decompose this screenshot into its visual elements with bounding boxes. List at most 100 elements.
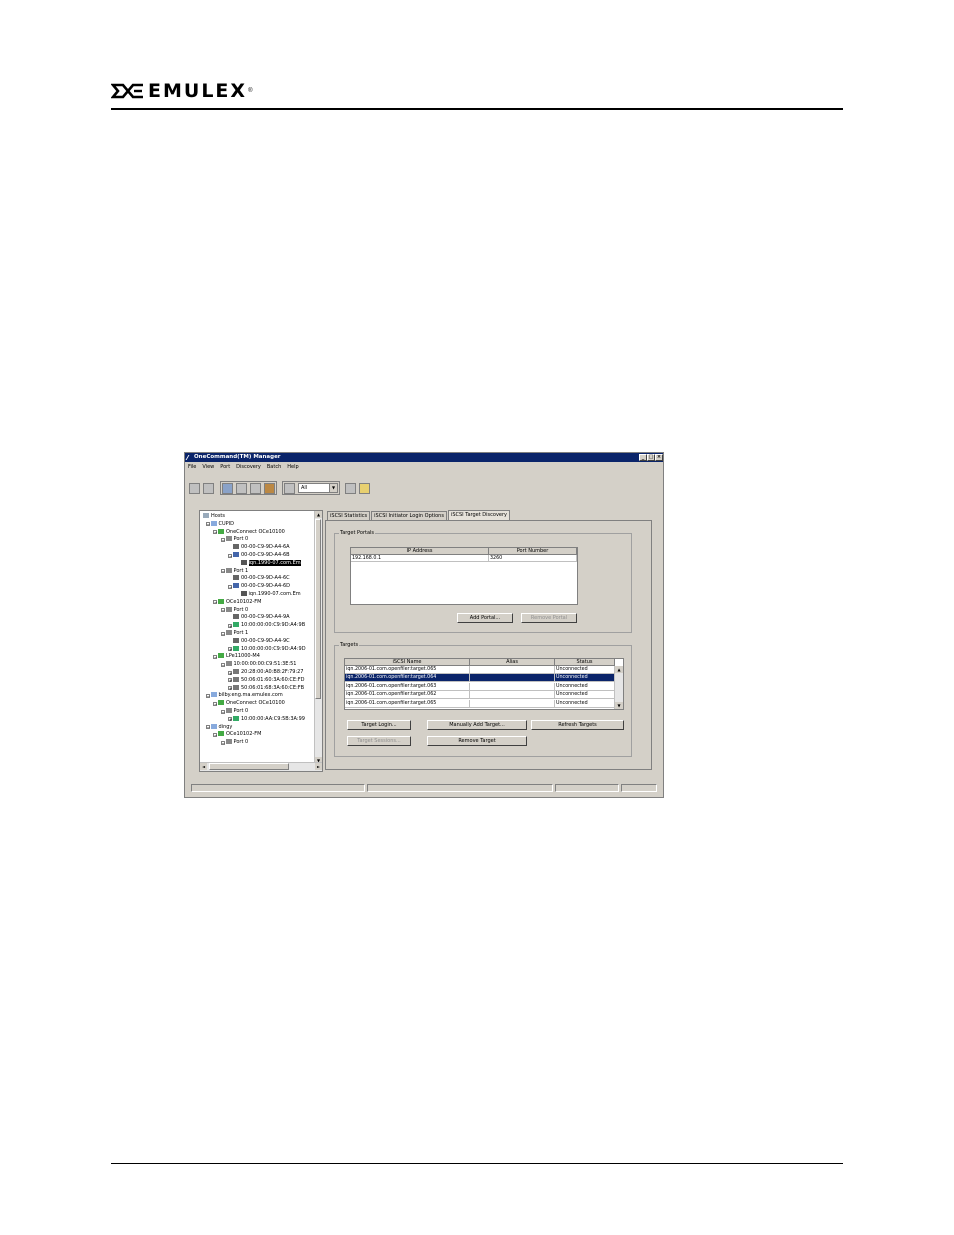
tree-node-label: Hosts <box>211 513 225 519</box>
tree-expander[interactable]: + <box>228 686 232 691</box>
tree-expander[interactable]: − <box>213 732 217 737</box>
tree-node[interactable]: dingy <box>210 723 232 731</box>
tree-expander[interactable]: − <box>205 725 210 730</box>
tree-node[interactable]: Port 0 <box>225 536 248 543</box>
tree-expander[interactable]: + <box>228 670 232 675</box>
tree-expander[interactable]: − <box>213 654 217 659</box>
tree-node[interactable]: bilby.eng.ma.emulex.com <box>210 692 283 699</box>
tree-node[interactable]: Port 0 <box>225 739 248 746</box>
tree-horizontal-scrollbar[interactable]: ◄ ► <box>200 762 322 771</box>
scroll-up-icon[interactable]: ▲ <box>615 666 623 673</box>
scroll-thumb[interactable] <box>209 763 289 770</box>
column-header-ip-address[interactable]: IP Address <box>351 548 489 555</box>
tree-expander[interactable]: − <box>228 584 232 589</box>
tree-node[interactable]: 00-00-C9-9D-A4-9A <box>233 614 290 621</box>
remove-portal-button[interactable]: Remove Portal <box>521 613 577 623</box>
targets-vertical-scrollbar[interactable]: ▲ ▼ <box>614 666 623 709</box>
portal-cell[interactable]: 3260 <box>489 555 577 562</box>
lun-icon <box>233 669 239 674</box>
reset-icon[interactable] <box>203 482 214 494</box>
tree-expander[interactable]: + <box>228 623 232 628</box>
manually-add-target-button[interactable]: Manually Add Target... <box>427 720 527 730</box>
tree-vertical-scrollbar[interactable]: ▲ ▼ <box>314 511 322 764</box>
target-sessions-button[interactable]: Target Sessions... <box>347 736 411 746</box>
tree-expander[interactable]: + <box>228 647 232 652</box>
tree-node[interactable]: 10:00:00:00:C9:9D:A4:9D <box>233 645 306 653</box>
column-header-port-number[interactable]: Port Number <box>489 548 577 555</box>
tree-expander[interactable]: − <box>220 709 225 714</box>
tree-expander[interactable]: − <box>213 701 217 706</box>
tree-node[interactable]: Port 1 <box>225 567 248 575</box>
tree-expander[interactable]: − <box>213 530 217 535</box>
portal-cell[interactable]: 192.168.0.1 <box>351 555 489 562</box>
close-button[interactable]: × <box>655 454 663 461</box>
tree-node[interactable]: 50:06:01:68:3A:60:CE:FB <box>233 684 304 692</box>
tree-node[interactable]: 00-00-C9-9D-A4-9C <box>233 637 290 645</box>
tree-node[interactable]: 10:00:00:00:C9:9D:A4:9B <box>233 622 305 629</box>
menu-batch[interactable]: Batch <box>266 463 282 471</box>
refresh-icon[interactable] <box>189 482 200 494</box>
scroll-up-icon[interactable]: ▲ <box>315 511 322 518</box>
tree-node[interactable]: 00-00-C9-9D-A4-6C <box>233 575 290 582</box>
tree-node[interactable]: 20:28:00:A0:B8:2F:79:27 <box>233 669 304 676</box>
tree-expander[interactable]: − <box>220 569 225 574</box>
menu-help[interactable]: Help <box>286 463 299 471</box>
tree-node[interactable]: OCe10102-FM <box>218 598 261 606</box>
column-header-iscsi-name[interactable]: iSCSI Name <box>345 659 470 666</box>
refresh-targets-button[interactable]: Refresh Targets <box>531 720 624 730</box>
tree-expander[interactable]: − <box>220 608 225 613</box>
scroll-down-icon[interactable]: ▼ <box>615 702 623 709</box>
tree-node[interactable]: iqn.1990-07.com.Em <box>240 591 301 598</box>
tree-node-label: 10:00:00:00:C9:51:3E:51 <box>233 661 297 668</box>
maximize-button[interactable]: □ <box>647 454 655 461</box>
virtual-ports-icon[interactable] <box>250 482 261 494</box>
host-view-icon[interactable] <box>222 482 233 494</box>
find-host-icon[interactable] <box>345 482 356 494</box>
tree-expander[interactable]: − <box>220 740 225 745</box>
add-portal-button[interactable]: Add Portal... <box>457 613 513 623</box>
minimize-button[interactable]: _ <box>639 454 647 461</box>
menu-port[interactable]: Port <box>219 463 231 471</box>
tree-node[interactable]: 00-00-C9-9D-A4-6D <box>233 583 290 590</box>
column-header-alias[interactable]: Alias <box>470 659 555 666</box>
tree-expander[interactable]: − <box>205 522 210 527</box>
tree-node[interactable]: Port 0 <box>225 708 248 715</box>
fabric-view-icon[interactable] <box>236 482 247 494</box>
tree-node[interactable]: CUPID <box>210 520 234 528</box>
tree-node[interactable]: OCe10102-FM <box>218 731 261 738</box>
target-login-button[interactable]: Target Login... <box>347 720 411 730</box>
scroll-left-icon[interactable]: ◄ <box>200 763 207 770</box>
tree-expander[interactable]: − <box>220 537 225 542</box>
tree-expander[interactable]: + <box>228 678 232 683</box>
remove-target-button[interactable]: Remove Target <box>427 736 527 746</box>
chevron-down-icon[interactable]: ▼ <box>329 484 337 492</box>
menu-discovery[interactable]: Discovery <box>235 463 262 471</box>
tree-expander[interactable]: − <box>205 693 210 698</box>
tree-node[interactable]: LPe11000-M4 <box>218 653 260 660</box>
tree-expander[interactable]: − <box>213 600 217 605</box>
menu-file[interactable]: File <box>187 463 197 471</box>
scroll-thumb[interactable] <box>315 519 321 699</box>
tree-node[interactable]: iqn.1990-07.com.Em <box>240 559 301 567</box>
tree-node[interactable]: OneConnect OCe10100 <box>218 700 285 707</box>
tree-expander[interactable]: + <box>228 717 232 722</box>
tree-expander[interactable]: − <box>220 631 225 636</box>
tree-node[interactable]: 10:00:00:00:C9:51:3E:51 <box>225 661 297 668</box>
tree-expander[interactable]: − <box>220 662 225 667</box>
tree-node[interactable]: OneConnect OCe10100 <box>218 528 285 536</box>
tree-node[interactable]: 50:06:01:60:3A:60:CE:FD <box>233 676 305 684</box>
host-group-icon[interactable] <box>284 482 295 494</box>
tree-node[interactable]: Hosts <box>203 513 225 520</box>
tree-node[interactable]: 00-00-C9-9D-A4-6B <box>233 552 290 559</box>
vendor-view-icon[interactable] <box>264 482 275 494</box>
menu-view[interactable]: View <box>201 463 215 471</box>
scroll-right-icon[interactable]: ► <box>315 763 322 770</box>
tree-node[interactable]: Port 1 <box>225 630 248 637</box>
column-header-status[interactable]: Status <box>555 659 615 666</box>
tree-node[interactable]: Port 0 <box>225 606 248 614</box>
tree-node[interactable]: 00-00-C9-9D-A4-6A <box>233 544 290 551</box>
tree-node[interactable]: 10:00:00:AA:C9:5B:3A:99 <box>233 715 305 723</box>
host-filter-select[interactable]: All ▼ <box>298 483 338 493</box>
help-icon[interactable] <box>359 482 370 494</box>
tree-expander[interactable]: − <box>228 553 232 558</box>
